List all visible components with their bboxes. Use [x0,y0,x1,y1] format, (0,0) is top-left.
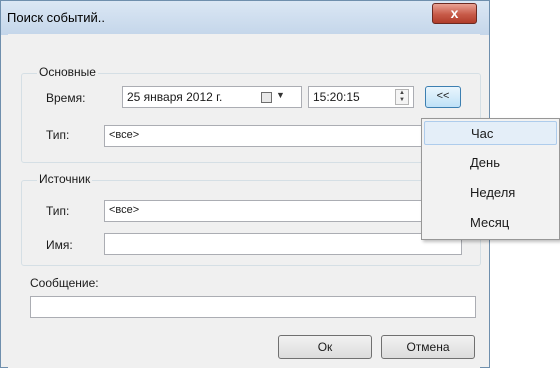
source-type-value: <все> [109,204,140,216]
event-type-value: <все> [109,129,140,141]
cancel-button[interactable]: Отмена [381,335,475,359]
source-type-label: Тип: [46,204,70,218]
close-button[interactable]: x [432,3,477,24]
spin-down-icon[interactable]: ▼ [399,97,405,103]
source-name-label: Имя: [46,238,73,252]
menu-item-hour[interactable]: Час [424,121,557,145]
date-value: 25 января 2012 г. [127,90,223,104]
menu-item-week-label: Неделя [470,185,516,200]
time-spinner[interactable]: ▲ ▼ [395,89,409,105]
menu-item-day[interactable]: День [424,151,557,175]
menu-item-day-label: День [470,155,500,170]
date-picker[interactable]: 25 января 2012 г. ▼ [122,86,302,108]
period-toggle-button[interactable]: << [425,86,461,108]
menu-item-hour-label: Час [471,126,494,141]
time-value: 15:20:15 [313,90,360,104]
window-title: Поиск событий.. [7,10,106,25]
source-name-input[interactable] [104,233,462,255]
menu-item-month[interactable]: Месяц [424,211,557,235]
ok-button-label: Ок [317,340,333,354]
source-group-label: Источник [37,172,93,186]
spin-up-icon[interactable]: ▲ [399,90,405,96]
close-icon: x [450,5,459,21]
cancel-button-label: Отмена [406,340,450,354]
chevron-down-icon[interactable]: ▼ [276,90,285,100]
event-type-label: Тип: [46,128,70,142]
calendar-icon[interactable] [261,92,272,103]
time-label: Время: [46,91,86,105]
menu-item-month-label: Месяц [470,215,510,230]
event-type-combo[interactable]: <все> [104,125,424,147]
time-picker[interactable]: 15:20:15 ▲ ▼ [308,86,414,108]
title-bar[interactable]: Поиск событий.. x [1,1,489,35]
menu-item-week[interactable]: Неделя [424,181,557,205]
period-menu: Час День Неделя Месяц [421,118,560,240]
period-toggle-label: << [436,90,450,102]
message-input[interactable] [30,296,476,318]
ok-button[interactable]: Ок [278,335,372,359]
source-type-combo[interactable]: <все> [104,200,424,222]
main-group-label: Основные [37,65,98,79]
message-label: Сообщение: [30,276,99,290]
